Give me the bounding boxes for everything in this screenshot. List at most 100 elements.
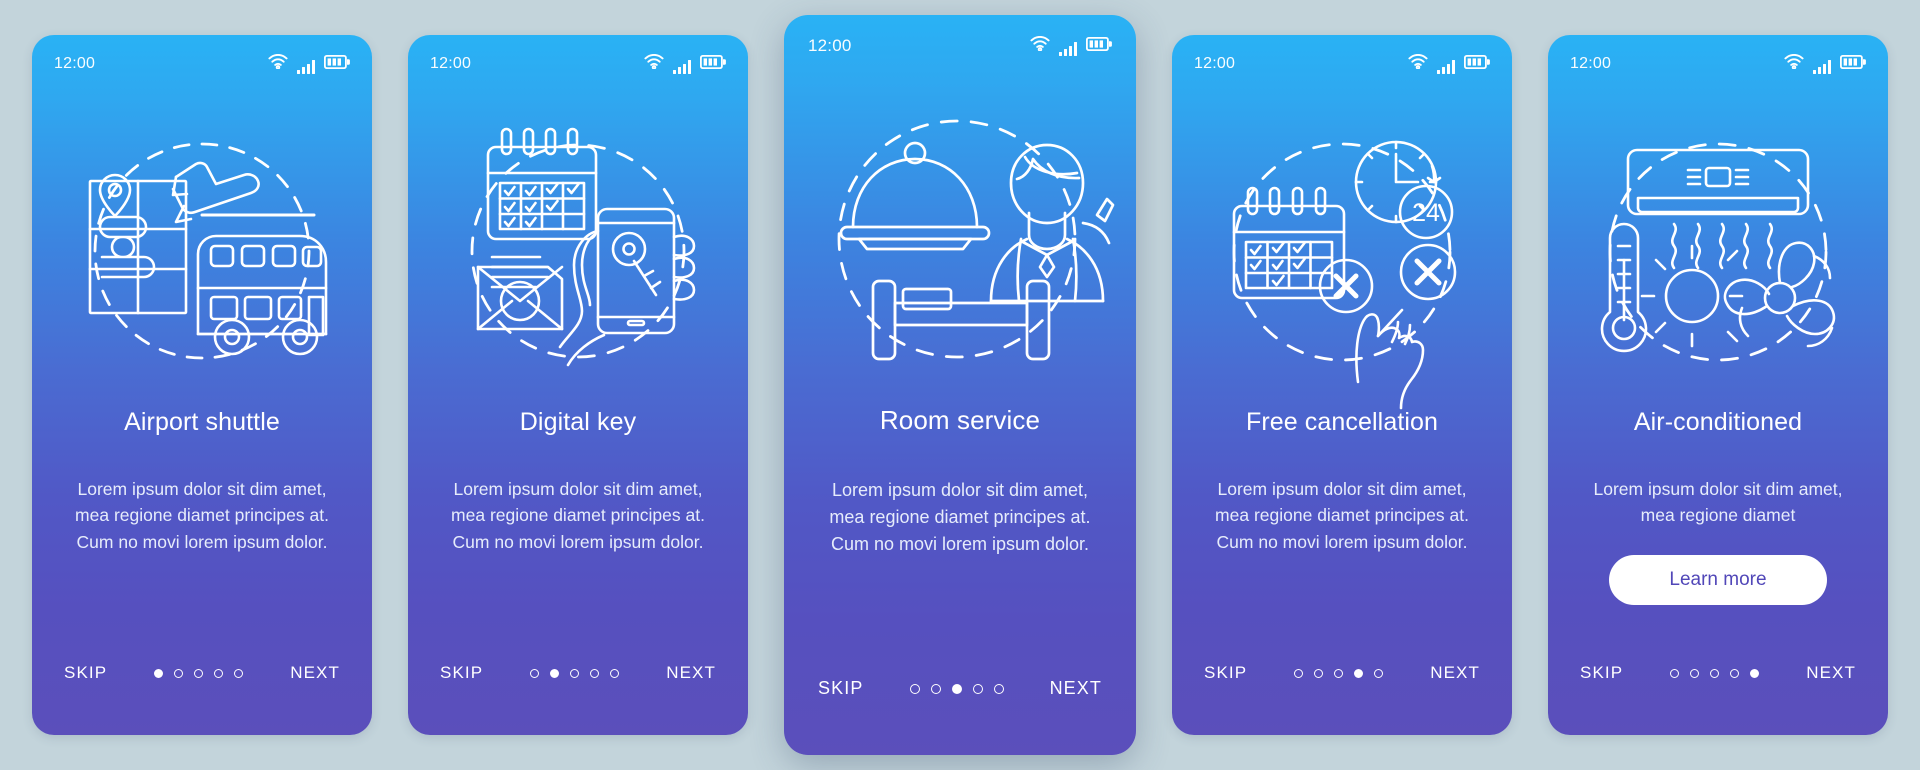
- status-bar-clock: 12:00: [1194, 55, 1236, 72]
- next-button[interactable]: NEXT: [664, 659, 718, 687]
- screen-description: Lorem ipsum dolor sit dim amet, mea regi…: [829, 479, 1091, 555]
- room-service-illustration: [784, 95, 1136, 387]
- battery-icon: [1463, 54, 1490, 74]
- status-bar-icons: [268, 53, 350, 74]
- pagination-dot-1-active[interactable]: [154, 668, 164, 678]
- cellular-signal-icon: [1059, 42, 1077, 56]
- learn-more-button[interactable]: Learn more: [1609, 554, 1827, 605]
- pagination-dot-2[interactable]: [1314, 668, 1324, 678]
- pagination-dots: [1294, 668, 1384, 678]
- room-service-illustration-svg: [837, 119, 1115, 361]
- status-bar-clock: 12:00: [54, 55, 96, 72]
- pagination-dots: [1670, 668, 1760, 678]
- wifi-icon: [1030, 35, 1050, 56]
- pagination-dot-2-active[interactable]: [550, 668, 560, 678]
- screen-description: Lorem ipsum dolor sit dim amet, mea regi…: [1593, 478, 1843, 526]
- airport-shuttle-illustration-svg: [88, 142, 328, 359]
- pagination-dot-1[interactable]: [909, 683, 920, 694]
- screen-description: Lorem ipsum dolor sit dim amet, mea regi…: [1215, 478, 1469, 552]
- bottom-navigation: SKIP NEXT: [1548, 659, 1888, 687]
- status-bar: 12:00: [32, 35, 372, 93]
- onboarding-screens-row: 12:00 Airport shuttle Lorem ipsum dolor …: [0, 0, 1920, 770]
- status-bar-icons: [1408, 53, 1490, 74]
- pagination-dot-2[interactable]: [930, 683, 941, 694]
- bottom-navigation: SKIP NEXT: [1172, 659, 1512, 687]
- screen-title: Room service: [879, 405, 1041, 435]
- pagination-dot-5-active[interactable]: [1750, 668, 1760, 678]
- pagination-dot-4[interactable]: [972, 683, 983, 694]
- battery-icon: [1085, 36, 1112, 56]
- status-bar-clock: 12:00: [808, 36, 852, 55]
- status-bar: 12:00: [784, 15, 1136, 77]
- screen-title: Airport shuttle: [124, 408, 280, 436]
- screen-content: Air-conditioned Lorem ipsum dolor sit dim…: [1548, 407, 1888, 605]
- digital-key-illustration: [408, 111, 748, 391]
- pagination-dot-4[interactable]: [214, 668, 224, 678]
- wifi-icon: [644, 53, 664, 74]
- pagination-dot-3[interactable]: [1710, 668, 1720, 678]
- airport-shuttle-illustration: [32, 111, 372, 391]
- pagination-dot-5[interactable]: [234, 668, 244, 678]
- onboarding-screen-air-conditioned: 12:00 Air-conditionedLorem ipsum dolor: [1548, 35, 1888, 735]
- skip-button[interactable]: SKIP: [816, 674, 865, 703]
- cellular-signal-icon: [297, 60, 315, 74]
- status-bar-icons: [1784, 53, 1866, 74]
- pagination-dot-4[interactable]: [590, 668, 600, 678]
- next-button[interactable]: NEXT: [1804, 659, 1858, 687]
- screen-description: Lorem ipsum dolor sit dim amet, mea regi…: [75, 478, 329, 552]
- bottom-navigation: SKIP NEXT: [408, 659, 748, 687]
- pagination-dot-4-active[interactable]: [1354, 668, 1364, 678]
- svg-text:24: 24: [1412, 199, 1440, 227]
- cellular-signal-icon: [1437, 60, 1455, 74]
- pagination-dot-5[interactable]: [1374, 668, 1384, 678]
- pagination-dot-1[interactable]: [1670, 668, 1680, 678]
- bottom-navigation: SKIP NEXT: [32, 659, 372, 687]
- status-bar: 12:00: [1548, 35, 1888, 93]
- onboarding-screen-digital-key: 12:00 Digital key Lorem ipsum dolor sit …: [408, 35, 748, 735]
- battery-icon: [699, 54, 726, 74]
- pagination-dot-3-active[interactable]: [951, 683, 962, 694]
- pagination-dot-3[interactable]: [1334, 668, 1344, 678]
- screen-title: Air-conditioned: [1633, 408, 1803, 436]
- onboarding-screen-free-cancellation: 12:00 24 Free cancellation Lorem ipsum d…: [1172, 35, 1512, 735]
- pagination-dots: [154, 668, 244, 678]
- pagination-dots: [909, 683, 1004, 694]
- free-cancellation-illustration: 24: [1172, 111, 1512, 410]
- cellular-signal-icon: [1813, 60, 1831, 74]
- status-bar: 12:00: [408, 35, 748, 93]
- status-bar-icons: [1030, 35, 1112, 56]
- battery-icon: [1839, 54, 1866, 74]
- status-bar-icons: [644, 53, 726, 74]
- wifi-icon: [1408, 53, 1428, 74]
- status-bar-clock: 12:00: [430, 55, 472, 72]
- pagination-dot-2[interactable]: [1690, 668, 1700, 678]
- screen-title: Digital key: [519, 408, 637, 436]
- status-bar-clock: 12:00: [1570, 55, 1612, 72]
- next-button[interactable]: NEXT: [1048, 674, 1104, 703]
- pagination-dot-3[interactable]: [194, 668, 204, 678]
- wifi-icon: [268, 53, 288, 74]
- pagination-dot-2[interactable]: [174, 668, 184, 678]
- air-conditioned-illustration-svg: [1600, 142, 1836, 362]
- pagination-dot-3[interactable]: [570, 668, 580, 678]
- skip-button[interactable]: SKIP: [62, 659, 109, 687]
- digital-key-illustration-svg: [470, 127, 696, 366]
- screen-content: Airport shuttle Lorem ipsum dolor sit dim…: [32, 407, 372, 555]
- screen-content: Free cancellation Lorem ipsum dolor sit d…: [1172, 407, 1512, 555]
- status-bar: 12:00: [1172, 35, 1512, 93]
- pagination-dot-1[interactable]: [530, 668, 540, 678]
- onboarding-screen-airport-shuttle: 12:00 Airport shuttle Lorem ipsum dolor …: [32, 35, 372, 735]
- cellular-signal-icon: [673, 60, 691, 74]
- skip-button[interactable]: SKIP: [1578, 659, 1625, 687]
- free-cancellation-illustration-svg: 24: [1232, 140, 1457, 410]
- pagination-dot-5[interactable]: [993, 683, 1004, 694]
- skip-button[interactable]: SKIP: [438, 659, 485, 687]
- wifi-icon: [1784, 53, 1804, 74]
- skip-button[interactable]: SKIP: [1202, 659, 1249, 687]
- next-button[interactable]: NEXT: [1428, 659, 1482, 687]
- next-button[interactable]: NEXT: [288, 659, 342, 687]
- pagination-dot-5[interactable]: [610, 668, 620, 678]
- pagination-dot-1[interactable]: [1294, 668, 1304, 678]
- onboarding-screen-room-service: 12:00 Room service Lorem ipsum dolor sit …: [784, 15, 1136, 755]
- pagination-dot-4[interactable]: [1730, 668, 1740, 678]
